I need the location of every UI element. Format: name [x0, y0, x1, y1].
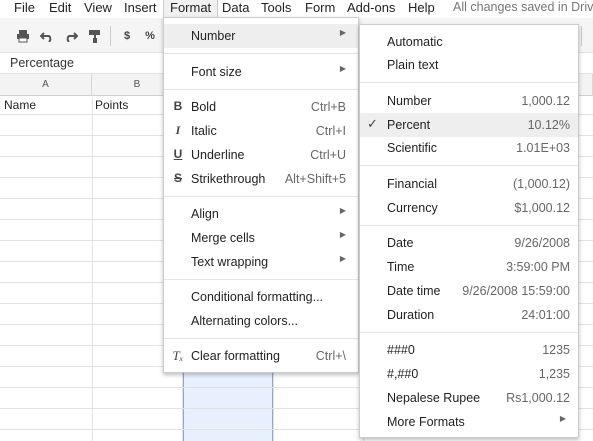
- strikethrough-icon: S: [173, 171, 182, 185]
- save-status: All changes saved in Drive: [453, 0, 593, 14]
- menu-separator: [164, 279, 358, 280]
- menu-item-text-wrapping[interactable]: Text wrapping ▶: [164, 250, 358, 274]
- menu-form[interactable]: Form: [305, 0, 335, 16]
- format-time[interactable]: Time 3:59:00 PM: [360, 255, 578, 279]
- menu-data[interactable]: Data: [222, 0, 249, 16]
- menu-format[interactable]: Format: [163, 0, 219, 17]
- submenu-arrow-icon: ▶: [339, 230, 346, 239]
- column-header-a[interactable]: A: [0, 74, 92, 96]
- menu-file[interactable]: File: [14, 0, 35, 16]
- menu-item-bold[interactable]: B Bold Ctrl+B: [164, 95, 358, 119]
- submenu-arrow-icon: ▶: [339, 254, 346, 263]
- menu-insert[interactable]: Insert: [124, 0, 157, 16]
- menu-addons[interactable]: Add-ons: [347, 0, 395, 16]
- menu-item-conditional-formatting[interactable]: Conditional formatting...: [164, 285, 358, 309]
- menu-item-clear-formatting[interactable]: Tₓ Clear formatting Ctrl+\: [164, 344, 358, 368]
- format-automatic[interactable]: Automatic: [360, 30, 578, 54]
- print-icon[interactable]: [14, 27, 32, 45]
- format-plain-text[interactable]: Plain text: [360, 53, 578, 77]
- column-line: [92, 97, 93, 441]
- format-financial[interactable]: Financial (1,000.12): [360, 172, 578, 196]
- format-date[interactable]: Date 9/26/2008: [360, 231, 578, 255]
- undo-icon[interactable]: [38, 27, 56, 45]
- menu-separator: [360, 82, 578, 83]
- menu-separator: [360, 225, 578, 226]
- format-percent[interactable]: ✓ Percent 10.12%: [360, 113, 578, 137]
- menu-item-underline[interactable]: U Underline Ctrl+U: [164, 143, 358, 167]
- menu-help[interactable]: Help: [408, 0, 435, 16]
- checkmark-icon: ✓: [367, 116, 378, 131]
- format-duration[interactable]: Duration 24:01:00: [360, 303, 578, 327]
- menu-separator: [164, 53, 358, 54]
- format-custom-2[interactable]: #,##0 1,235: [360, 362, 578, 386]
- menu-separator: [164, 338, 358, 339]
- menu-bar: File Edit View Insert Format Data Tools …: [0, 0, 593, 17]
- menu-item-number[interactable]: Number ▶: [164, 24, 358, 48]
- format-scientific[interactable]: Scientific 1.01E+03: [360, 136, 578, 160]
- menu-item-align[interactable]: Align ▶: [164, 202, 358, 226]
- format-date-time[interactable]: Date time 9/26/2008 15:59:00: [360, 279, 578, 303]
- toolbar-divider-right: [581, 26, 582, 46]
- currency-format-button[interactable]: $: [118, 27, 136, 45]
- number-format-submenu: Automatic Plain text Number 1,000.12 ✓ P…: [359, 24, 579, 438]
- menu-separator: [164, 89, 358, 90]
- menu-item-strikethrough[interactable]: S Strikethrough Alt+Shift+5: [164, 167, 358, 191]
- redo-icon[interactable]: [62, 27, 80, 45]
- menu-separator: [360, 165, 578, 166]
- format-menu: Number ▶ Font size ▶ B Bold Ctrl+B I Ita…: [163, 17, 359, 373]
- bold-icon: B: [173, 99, 183, 113]
- menu-item-merge-cells[interactable]: Merge cells ▶: [164, 226, 358, 250]
- menu-item-font-size[interactable]: Font size ▶: [164, 60, 358, 84]
- submenu-arrow-icon: ▶: [559, 414, 566, 423]
- menu-separator: [360, 332, 578, 333]
- cell-b1[interactable]: Points: [95, 98, 128, 112]
- format-custom-1[interactable]: ###0 1235: [360, 338, 578, 362]
- format-nepalese-rupee[interactable]: Nepalese Rupee Rs1,000.12: [360, 386, 578, 410]
- paint-format-icon[interactable]: [86, 27, 104, 45]
- submenu-arrow-icon: ▶: [339, 64, 346, 73]
- italic-icon: I: [175, 123, 181, 137]
- clear-formatting-icon: Tₓ: [172, 348, 184, 363]
- menu-item-alternating-colors[interactable]: Alternating colors...: [164, 309, 358, 333]
- menu-edit[interactable]: Edit: [49, 0, 71, 16]
- toolbar-divider: [110, 26, 111, 46]
- menu-view[interactable]: View: [84, 0, 112, 16]
- formula-value: Percentage: [10, 56, 74, 70]
- submenu-arrow-icon: ▶: [339, 28, 346, 37]
- percent-format-button[interactable]: %: [141, 27, 159, 45]
- menu-separator: [164, 196, 358, 197]
- format-number[interactable]: Number 1,000.12: [360, 89, 578, 113]
- underline-icon: U: [173, 147, 183, 161]
- menu-tools[interactable]: Tools: [261, 0, 291, 16]
- cell-a1[interactable]: Name: [4, 98, 36, 112]
- format-more-formats[interactable]: More Formats ▶: [360, 410, 578, 434]
- format-currency[interactable]: Currency $1,000.12: [360, 196, 578, 220]
- menu-item-italic[interactable]: I Italic Ctrl+I: [164, 119, 358, 143]
- submenu-arrow-icon: ▶: [339, 206, 346, 215]
